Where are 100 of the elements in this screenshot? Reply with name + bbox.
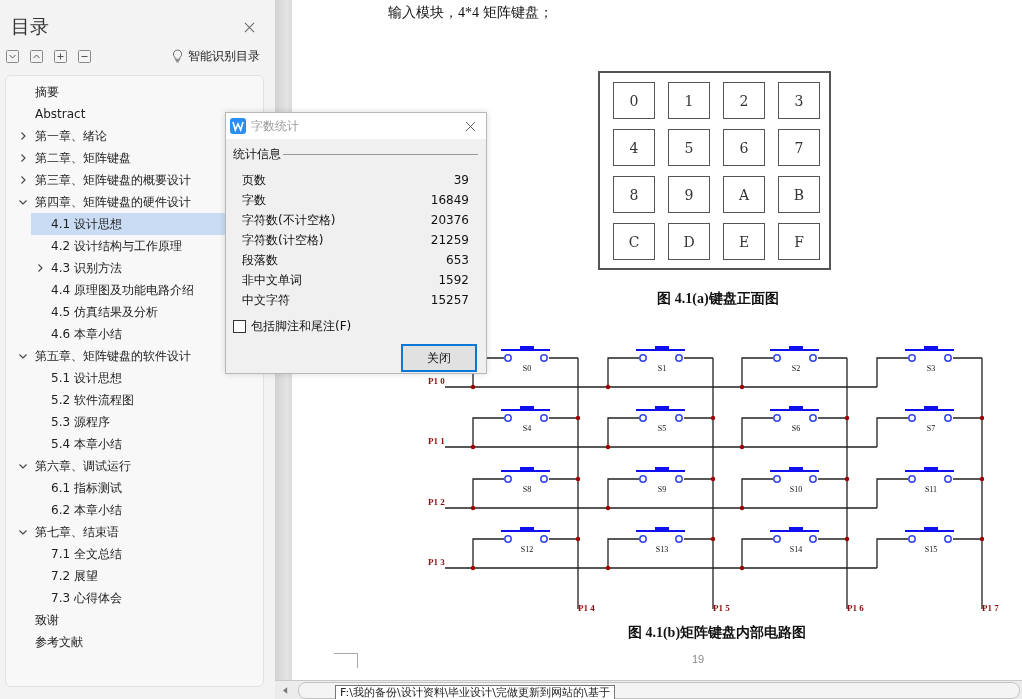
switch-label: S9 [657, 485, 667, 494]
push-switch-icon [904, 406, 955, 422]
toc-item[interactable]: 第七章、结束语 [14, 521, 260, 543]
keypad-key: 9 [668, 176, 710, 213]
minus-icon[interactable] [78, 49, 91, 63]
switch-label: S10 [789, 485, 803, 494]
toc-item[interactable]: 6.1 指标测试 [31, 477, 260, 499]
port-label: P1 6 [847, 603, 864, 613]
figure-caption: 图 4.1(a)键盘正面图 [656, 290, 780, 308]
toc-item[interactable]: 5.4 本章小结 [31, 433, 260, 455]
dialog-title: 字数统计 [251, 117, 299, 135]
switch-label: S8 [522, 485, 532, 494]
push-switch-icon [635, 346, 686, 362]
toc-item[interactable]: 7.1 全文总结 [31, 543, 260, 565]
toc-item[interactable]: 5.2 软件流程图 [31, 389, 260, 411]
keypad-key: B [778, 176, 820, 213]
checkbox[interactable] [233, 320, 246, 333]
stat-value: 15257 [430, 292, 469, 309]
checkbox-label[interactable]: 包括脚注和尾注(F) [251, 318, 352, 335]
app-icon [230, 118, 246, 134]
stat-value: 1592 [438, 272, 469, 289]
switch-label: S14 [789, 545, 803, 554]
body-text: 输入模块，4*4 矩阵键盘； [388, 4, 554, 22]
stat-value: 653 [446, 252, 469, 269]
close-icon[interactable] [465, 120, 476, 132]
port-label: P1 0 [428, 376, 445, 386]
toc-item[interactable]: 6.2 本章小结 [31, 499, 260, 521]
keypad-key: F [778, 223, 820, 260]
stat-label: 页数 [242, 172, 266, 189]
switch-label: S1 [657, 364, 667, 373]
switch-label: S5 [657, 424, 667, 433]
stat-label: 字数 [242, 192, 266, 209]
keypad-key: 7 [778, 129, 820, 166]
switch-label: S4 [522, 424, 532, 433]
push-switch-icon [769, 467, 820, 483]
push-switch-icon [769, 527, 820, 543]
stat-value: 16849 [430, 192, 469, 209]
switch-label: S7 [926, 424, 936, 433]
chevron-icon[interactable] [36, 264, 44, 272]
stat-label: 段落数 [242, 252, 278, 269]
switch-label: S15 [924, 545, 938, 554]
keypad-key: 3 [778, 82, 820, 119]
toc-item[interactable]: 7.3 心得体会 [31, 587, 260, 609]
push-switch-icon [904, 467, 955, 483]
switch-label: S3 [926, 364, 936, 373]
collapse-all-icon[interactable] [6, 49, 19, 63]
switch-label: S2 [791, 364, 801, 373]
push-switch-icon [635, 406, 686, 422]
close-button[interactable]: 关闭 [401, 344, 477, 372]
keypad-key: 4 [613, 129, 655, 166]
smart-toc-button[interactable]: 智能识别目录 [172, 47, 260, 65]
toc-item[interactable]: 第六章、调试运行 [14, 455, 260, 477]
switch-label: S0 [522, 364, 532, 373]
keypad-key: 1 [668, 82, 710, 119]
scroll-left-icon[interactable] [283, 686, 288, 694]
port-label: P1 2 [428, 497, 445, 507]
push-switch-icon [500, 346, 551, 362]
keypad-key: E [723, 223, 765, 260]
margin-mark [334, 653, 358, 668]
push-switch-icon [904, 346, 955, 362]
chevron-icon[interactable] [19, 154, 27, 162]
toc-item[interactable]: 7.2 展望 [31, 565, 260, 587]
chevron-icon[interactable] [19, 528, 27, 536]
keypad-key: A [723, 176, 765, 213]
path-tooltip: F:\我的备份\设计资料\毕业设计\完做更新到网站的\基于 [335, 685, 615, 699]
stat-label: 中文字符 [242, 292, 290, 309]
figure-caption: 图 4.1(b)矩阵键盘内部电路图 [626, 624, 808, 642]
keypad-key: 5 [668, 129, 710, 166]
switch-label: S12 [520, 545, 534, 554]
push-switch-icon [500, 406, 551, 422]
group-heading: 统计信息 [233, 146, 281, 163]
push-switch-icon [769, 406, 820, 422]
chevron-icon[interactable] [19, 352, 27, 360]
keypad-key: C [613, 223, 655, 260]
toc-item[interactable]: 致谢 [14, 609, 260, 631]
plus-icon[interactable] [54, 49, 67, 63]
push-switch-icon [769, 346, 820, 362]
switch-label: S11 [924, 485, 938, 494]
chevron-icon[interactable] [19, 198, 27, 206]
expand-all-icon[interactable] [30, 49, 43, 63]
push-switch-icon [635, 467, 686, 483]
port-label: P1 5 [713, 603, 730, 613]
toc-item[interactable]: 参考文献 [14, 631, 260, 653]
chevron-icon[interactable] [19, 176, 27, 184]
lightbulb-icon [172, 49, 183, 63]
toc-item[interactable]: 摘要 [14, 81, 260, 103]
stat-value: 20376 [430, 212, 469, 229]
stat-value: 21259 [430, 232, 469, 249]
chevron-icon[interactable] [19, 462, 27, 470]
port-label: P1 3 [428, 557, 445, 567]
push-switch-icon [500, 527, 551, 543]
toc-item[interactable]: 5.3 源程序 [31, 411, 260, 433]
chevron-icon[interactable] [19, 132, 27, 140]
stat-label: 非中文单词 [242, 272, 302, 289]
keypad-key: 6 [723, 129, 765, 166]
stat-value: 39 [453, 172, 469, 189]
stat-label: 字符数(计空格) [242, 232, 324, 249]
close-icon[interactable] [244, 21, 255, 33]
switch-label: S13 [655, 545, 669, 554]
toc-item[interactable]: 5.1 设计思想 [31, 367, 260, 389]
